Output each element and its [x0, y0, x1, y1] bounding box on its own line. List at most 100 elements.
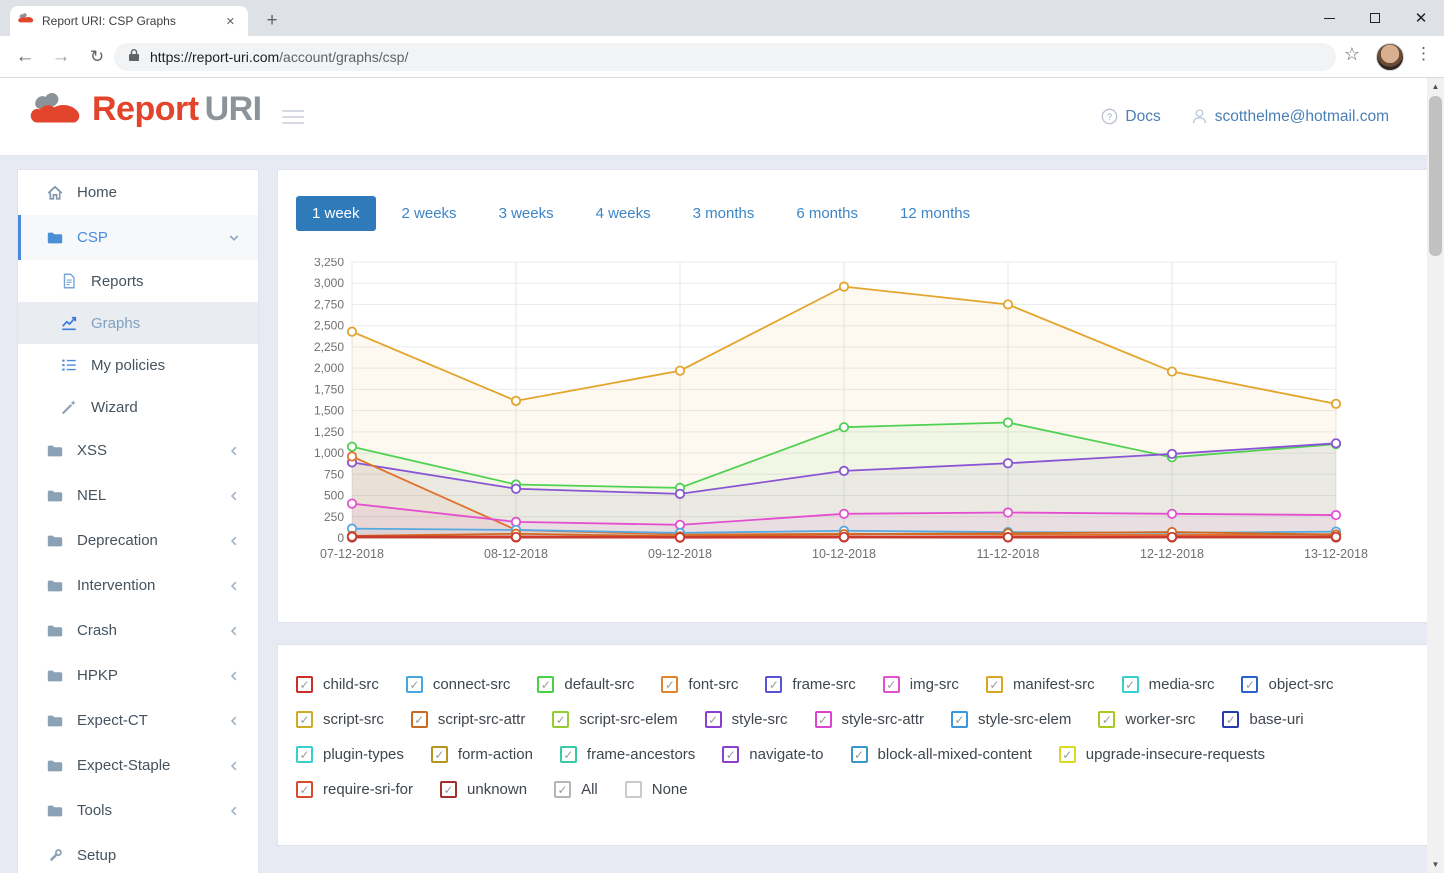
sidebar-item-label: XSS	[77, 442, 107, 459]
sidebar-item-label: HPKP	[77, 667, 118, 684]
sidebar-item-nel[interactable]: NEL	[18, 473, 258, 518]
filter-label: base-uri	[1249, 711, 1303, 728]
sidebar-item-expect-staple[interactable]: Expect-Staple	[18, 743, 258, 788]
range-tab-2-weeks[interactable]: 2 weeks	[386, 196, 473, 231]
filter-checkbox-style-src-attr[interactable]: ✓style-src-attr	[815, 711, 925, 728]
sidebar-item-crash[interactable]: Crash	[18, 608, 258, 653]
checkbox-icon: ✓	[431, 746, 448, 763]
filter-checkbox-script-src[interactable]: ✓script-src	[296, 711, 384, 728]
sidebar-item-my-policies[interactable]: My policies	[18, 344, 258, 386]
filter-checkbox-script-src-elem[interactable]: ✓script-src-elem	[552, 711, 677, 728]
filter-checkbox-plugin-types[interactable]: ✓plugin-types	[296, 746, 404, 763]
new-tab-button[interactable]: +	[258, 7, 286, 35]
checkbox-icon: ✓	[552, 711, 569, 728]
filter-checkbox-style-src[interactable]: ✓style-src	[705, 711, 788, 728]
filter-checkbox-connect-src[interactable]: ✓connect-src	[406, 676, 511, 693]
filter-checkbox-object-src[interactable]: ✓object-src	[1241, 676, 1333, 693]
sidebar-item-hpkp[interactable]: HPKP	[18, 653, 258, 698]
question-circle-icon: ?	[1101, 108, 1118, 125]
filter-label: plugin-types	[323, 746, 404, 763]
sidebar-item-csp[interactable]: CSP	[18, 215, 258, 260]
range-tab-6-months[interactable]: 6 months	[780, 196, 874, 231]
hamburger-menu-icon[interactable]	[282, 106, 306, 128]
folder-icon	[46, 442, 64, 460]
range-tab-3-weeks[interactable]: 3 weeks	[483, 196, 570, 231]
browser-tab[interactable]: Report URI: CSP Graphs ✕	[10, 6, 248, 36]
range-tab-12-months[interactable]: 12 months	[884, 196, 986, 231]
scrollbar-up-arrow[interactable]: ▲	[1427, 78, 1444, 95]
sidebar-item-setup[interactable]: Setup	[18, 833, 258, 873]
filter-checkbox-script-src-attr[interactable]: ✓script-src-attr	[411, 711, 526, 728]
filter-checkbox-media-src[interactable]: ✓media-src	[1122, 676, 1215, 693]
scrollbar-down-arrow[interactable]: ▼	[1427, 856, 1444, 873]
svg-text:0: 0	[337, 531, 344, 545]
filter-checkbox-none[interactable]: None	[625, 781, 688, 798]
svg-text:08-12-2018: 08-12-2018	[484, 547, 548, 561]
filter-checkbox-style-src-elem[interactable]: ✓style-src-elem	[951, 711, 1071, 728]
chevron-left-icon	[228, 760, 240, 772]
filter-checkbox-frame-ancestors[interactable]: ✓frame-ancestors	[560, 746, 695, 763]
filter-checkbox-block-all-mixed-content[interactable]: ✓block-all-mixed-content	[851, 746, 1032, 763]
checkbox-icon: ✓	[661, 676, 678, 693]
sidebar-item-tools[interactable]: Tools	[18, 788, 258, 833]
report-uri-logo[interactable]: ReportURI	[30, 90, 262, 129]
filter-checkbox-manifest-src[interactable]: ✓manifest-src	[986, 676, 1095, 693]
sidebar-item-label: Deprecation	[77, 532, 158, 549]
docs-link[interactable]: ? Docs	[1101, 108, 1160, 126]
filter-checkbox-worker-src[interactable]: ✓worker-src	[1098, 711, 1195, 728]
range-tab-4-weeks[interactable]: 4 weeks	[580, 196, 667, 231]
url-bar[interactable]: https://report-uri.com/account/graphs/cs…	[114, 43, 1336, 71]
checkbox-icon: ✓	[406, 676, 423, 693]
sidebar-item-label: Crash	[77, 622, 117, 639]
sidebar-item-home[interactable]: Home	[18, 170, 258, 215]
sidebar-item-xss[interactable]: XSS	[18, 428, 258, 473]
wand-icon	[60, 398, 78, 416]
window-minimize-button[interactable]	[1306, 0, 1352, 36]
filter-checkbox-form-action[interactable]: ✓ form-action	[431, 746, 533, 763]
filter-checkbox-base-uri[interactable]: ✓base-uri	[1222, 711, 1303, 728]
filter-checkbox-all[interactable]: ✓All	[554, 781, 598, 798]
logo-text: ReportURI	[92, 90, 262, 129]
filter-checkbox-default-src[interactable]: ✓default-src	[537, 676, 634, 693]
account-menu[interactable]: scotthelme@hotmail.com	[1191, 108, 1389, 126]
sidebar-item-deprecation[interactable]: Deprecation	[18, 518, 258, 563]
filter-label: style-src-elem	[978, 711, 1071, 728]
filter-checkbox-child-src[interactable]: ✓child-src	[296, 676, 379, 693]
filter-checkbox-require-sri-for[interactable]: ✓require-sri-for	[296, 781, 413, 798]
filter-checkbox-navigate-to[interactable]: ✓navigate-to	[722, 746, 823, 763]
back-button[interactable]: ←	[10, 36, 40, 77]
bookmark-star-icon[interactable]: ☆	[1344, 44, 1360, 65]
cloud-logo-icon	[30, 91, 82, 129]
sidebar-item-expect-ct[interactable]: Expect-CT	[18, 698, 258, 743]
chevron-left-icon	[228, 805, 240, 817]
checkbox-icon: ✓	[1098, 711, 1115, 728]
checkbox-icon: ✓	[1122, 676, 1139, 693]
tab-title: Report URI: CSP Graphs	[42, 14, 221, 28]
tab-close-icon[interactable]: ✕	[221, 13, 240, 30]
range-tab-3-months[interactable]: 3 months	[677, 196, 771, 231]
browser-menu-icon[interactable]: ⋮	[1415, 44, 1432, 64]
filter-checkbox-unknown[interactable]: ✓unknown	[440, 781, 527, 798]
checkbox-icon: ✓	[296, 711, 313, 728]
forward-button[interactable]: →	[46, 36, 76, 77]
filter-checkbox-upgrade-insecure-requests[interactable]: ✓upgrade-insecure-requests	[1059, 746, 1265, 763]
filter-checkbox-img-src[interactable]: ✓img-src	[883, 676, 959, 693]
svg-text:13-12-2018: 13-12-2018	[1304, 547, 1368, 561]
url-text: https://report-uri.com/account/graphs/cs…	[150, 49, 408, 65]
filter-checkbox-font-src[interactable]: ✓font-src	[661, 676, 738, 693]
favicon-cloud-icon	[18, 12, 34, 30]
window-maximize-button[interactable]	[1352, 0, 1398, 36]
sidebar-item-wizard[interactable]: Wizard	[18, 386, 258, 428]
reload-button[interactable]: ↻	[82, 36, 112, 77]
window-close-button[interactable]: ✕	[1398, 0, 1444, 36]
filter-label: form-action	[458, 746, 533, 763]
browser-profile-avatar[interactable]	[1376, 43, 1404, 71]
sidebar-item-reports[interactable]: Reports	[18, 260, 258, 302]
range-tab-1-week[interactable]: 1 week	[296, 196, 376, 231]
sidebar-item-graphs[interactable]: Graphs	[18, 302, 258, 344]
filter-checkbox-frame-src[interactable]: ✓frame-src	[765, 676, 855, 693]
page-scrollbar[interactable]: ▲ ▼	[1427, 78, 1444, 873]
sidebar-item-intervention[interactable]: Intervention	[18, 563, 258, 608]
sidebar-item-label: Intervention	[77, 577, 155, 594]
scrollbar-thumb[interactable]	[1429, 96, 1442, 256]
